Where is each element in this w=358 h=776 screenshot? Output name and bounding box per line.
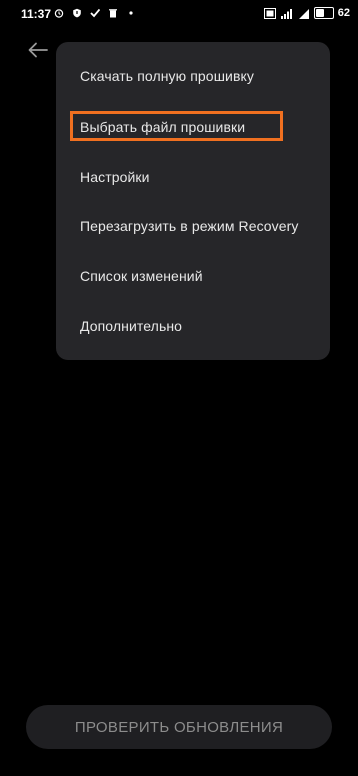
menu-item-additional[interactable]: Дополнительно — [80, 318, 182, 334]
dot-icon — [129, 11, 133, 15]
check-updates-button[interactable]: ПРОВЕРИТЬ ОБНОВЛЕНИЯ — [26, 705, 332, 749]
screenshot-icon — [263, 7, 276, 19]
trash-icon — [109, 9, 117, 18]
battery-fill — [315, 9, 325, 17]
battery-icon — [313, 7, 334, 19]
status-right-icons: 62 — [263, 7, 350, 19]
status-bar: 11:37 62 — [0, 0, 358, 30]
menu-item-reboot-recovery[interactable]: Перезагрузить в режим Recovery — [80, 218, 298, 234]
check-icon — [90, 8, 100, 18]
shield-icon — [73, 8, 81, 18]
battery-percent: 62 — [337, 7, 350, 19]
menu-item-download-full-firmware[interactable]: Скачать полную прошивку — [80, 68, 254, 84]
overflow-menu: Скачать полную прошивку Выбрать файл про… — [56, 42, 330, 360]
menu-item-changelog[interactable]: Список изменений — [80, 268, 203, 284]
menu-item-select-firmware-file[interactable]: Выбрать файл прошивки — [80, 119, 245, 135]
menu-item-settings[interactable]: Настройки — [80, 169, 150, 185]
back-arrow-icon[interactable] — [26, 40, 50, 60]
status-time: 11:37 — [21, 7, 52, 21]
alarm-icon — [54, 9, 64, 18]
status-left-icons — [54, 8, 136, 18]
signal-icon — [280, 8, 292, 19]
signal-icon — [298, 8, 309, 19]
